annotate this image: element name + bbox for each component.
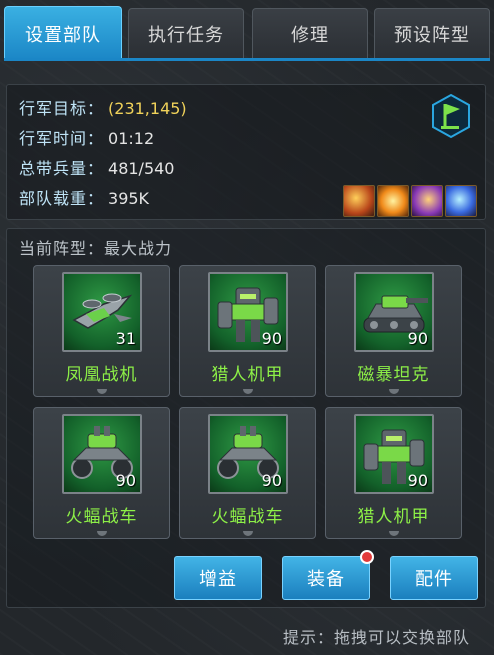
formation-panel: 当前阵型：最大战力 31 凤凰战机 90 猎人机甲 90 磁暴坦克 90 火蝠战… — [6, 228, 486, 608]
troop-count-label: 总带兵量： — [19, 159, 105, 178]
fire-skill-icon[interactable] — [343, 185, 375, 217]
slot-handle — [96, 531, 107, 536]
unit-slot-2[interactable]: 90 猎人机甲 — [179, 265, 316, 397]
burst-skill-icon[interactable] — [377, 185, 409, 217]
unit-slot-1[interactable]: 31 凤凰战机 — [33, 265, 170, 397]
unit-level: 90 — [115, 471, 136, 490]
missile-skill-icon[interactable] — [411, 185, 443, 217]
troop-count-value: 481/540 — [108, 159, 175, 178]
march-info-panel: 行军目标： (231,145) 行军时间： 01:12 总带兵量： 481/540 部… — [6, 84, 486, 220]
unit-level: 31 — [115, 329, 136, 348]
tab-bar: 设置部队 执行任务 修理 预设阵型 — [4, 4, 492, 60]
unit-level: 90 — [261, 471, 282, 490]
march-target-label: 行军目标： — [19, 99, 105, 118]
march-time-row: 行军时间： 01:12 — [19, 125, 154, 149]
tab-set-troops[interactable]: 设置部队 — [4, 6, 122, 60]
troop-count-row: 总带兵量： 481/540 — [19, 155, 174, 179]
mech-icon: 90 — [208, 272, 288, 352]
buff-button[interactable]: 增益 — [174, 556, 262, 600]
march-time-label: 行军时间： — [19, 129, 105, 148]
unit-level: 90 — [261, 329, 282, 348]
unit-slot-4[interactable]: 90 火蝠战车 — [33, 407, 170, 539]
slot-handle — [96, 389, 107, 394]
unit-level: 90 — [407, 329, 428, 348]
unit-name: 磁暴坦克 — [357, 365, 430, 385]
buff-skills — [343, 185, 477, 217]
unit-name: 火蝠战车 — [65, 507, 138, 527]
formation-title: 当前阵型：最大战力 — [19, 239, 173, 258]
buggy-icon: 90 — [208, 414, 288, 494]
slot-handle — [242, 389, 253, 394]
equip-button[interactable]: 装备 — [282, 556, 370, 600]
troop-load-value: 395K — [108, 189, 150, 208]
unit-slot-5[interactable]: 90 火蝠战车 — [179, 407, 316, 539]
notification-dot — [360, 550, 374, 564]
target-flag-icon[interactable] — [431, 93, 471, 139]
slot-handle — [242, 531, 253, 536]
fighter-jet-icon: 31 — [62, 272, 142, 352]
tab-execute-mission[interactable]: 执行任务 — [128, 8, 244, 58]
parts-button[interactable]: 配件 — [390, 556, 478, 600]
hint-text: 提示：拖拽可以交换部队 — [282, 628, 470, 647]
troop-load-label: 部队载重： — [19, 189, 105, 208]
unit-slot-6[interactable]: 90 猎人机甲 — [325, 407, 462, 539]
tank-icon: 90 — [354, 272, 434, 352]
march-target-value: (231,145) — [108, 99, 187, 118]
frost-skill-icon[interactable] — [445, 185, 477, 217]
slot-handle — [388, 531, 399, 536]
unit-slot-3[interactable]: 90 磁暴坦克 — [325, 265, 462, 397]
march-time-value: 01:12 — [108, 129, 155, 148]
buggy-icon: 90 — [62, 414, 142, 494]
march-target-row: 行军目标： (231,145) — [19, 95, 187, 119]
unit-name: 猎人机甲 — [211, 365, 284, 385]
troop-load-row: 部队载重： 395K — [19, 185, 149, 209]
tab-preset-formation[interactable]: 预设阵型 — [374, 8, 490, 58]
tab-repair[interactable]: 修理 — [252, 8, 368, 58]
tab-underline — [4, 58, 490, 61]
unit-level: 90 — [407, 471, 428, 490]
unit-name: 火蝠战车 — [211, 507, 284, 527]
mech-icon: 90 — [354, 414, 434, 494]
slot-handle — [388, 389, 399, 394]
unit-name: 凤凰战机 — [65, 365, 138, 385]
unit-name: 猎人机甲 — [357, 507, 430, 527]
